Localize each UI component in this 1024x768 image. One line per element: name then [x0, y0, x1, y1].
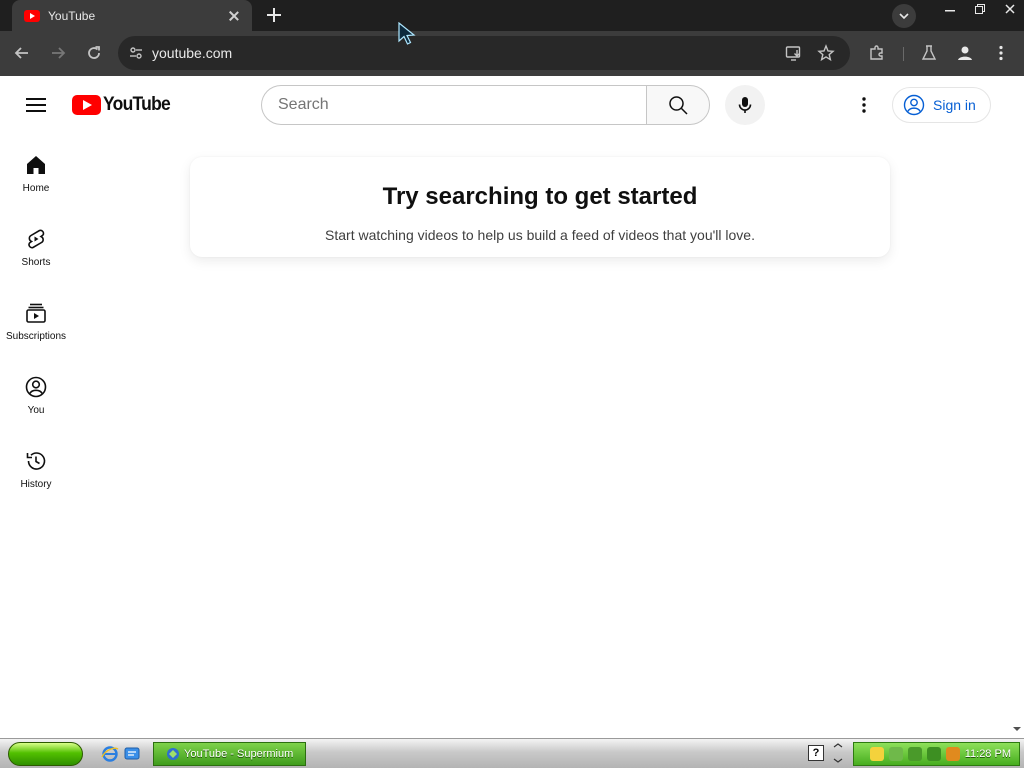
more-vert-icon — [862, 97, 866, 113]
start-button[interactable] — [8, 742, 83, 766]
search-input[interactable] — [278, 86, 638, 124]
network-icon[interactable] — [889, 747, 903, 761]
labs-button[interactable] — [918, 42, 940, 64]
browser-app-icon — [167, 748, 179, 760]
youtube-logo[interactable]: YouTube — [72, 94, 176, 116]
sign-in-label: Sign in — [933, 97, 976, 113]
search-button[interactable] — [646, 85, 710, 125]
scroll-down-arrow-icon[interactable] — [1012, 724, 1022, 734]
arrow-left-icon — [14, 47, 28, 59]
toolbar-separator — [903, 47, 904, 61]
youtube-logo-text: YouTube — [103, 94, 171, 115]
new-tab-button[interactable] — [262, 4, 286, 26]
forward-button[interactable] — [44, 39, 72, 67]
url-text[interactable]: youtube.com — [152, 45, 232, 61]
sign-in-button[interactable]: Sign in — [892, 87, 991, 123]
tab-title: YouTube — [48, 8, 96, 23]
os-taskbar: YouTube - Supermium ? 11:28 PM — [0, 738, 1024, 768]
search-box — [261, 85, 647, 125]
star-icon — [817, 44, 835, 62]
sidebar-item-you[interactable]: You — [0, 355, 72, 421]
browser-tabstrip: YouTube — [0, 0, 1024, 31]
taskbar-button-label: YouTube - Supermium — [184, 748, 294, 760]
browser-tab-youtube[interactable]: YouTube — [12, 0, 252, 31]
address-bar[interactable]: youtube.com — [118, 36, 850, 70]
profile-button[interactable] — [954, 42, 976, 64]
home-icon — [24, 153, 48, 177]
subscriptions-icon — [24, 301, 48, 325]
bookmark-button[interactable] — [815, 42, 837, 64]
extensions-button[interactable] — [866, 42, 888, 64]
hamburger-icon — [26, 104, 46, 106]
browser-toolbar: youtube.com — [0, 31, 1024, 76]
sidebar-item-home[interactable]: Home — [0, 133, 72, 199]
guide-menu-button[interactable] — [24, 93, 48, 117]
shorts-icon — [24, 227, 48, 251]
youtube-favicon-icon — [24, 9, 40, 22]
search-icon — [669, 96, 688, 115]
sidebar-item-label: You — [27, 405, 45, 416]
puzzle-icon — [870, 45, 883, 60]
reload-icon — [88, 46, 100, 59]
system-tray: 11:28 PM — [853, 742, 1020, 766]
chevron-down-icon — [899, 13, 909, 20]
microphone-icon — [738, 97, 752, 113]
promo-body: Start watching videos to help us build a… — [325, 227, 755, 243]
install-icon — [785, 46, 801, 61]
search-tray-icon[interactable] — [946, 747, 960, 761]
close-window-button[interactable] — [996, 0, 1024, 18]
taskbar-button-youtube-supermium[interactable]: YouTube - Supermium — [153, 742, 306, 766]
updates-icon[interactable] — [908, 747, 922, 761]
account-icon — [958, 46, 972, 60]
back-button[interactable] — [8, 39, 36, 67]
browser-menu-button[interactable] — [990, 42, 1012, 64]
sidebar-item-subscriptions[interactable]: Subscriptions — [0, 281, 72, 347]
close-icon — [1005, 4, 1015, 14]
promo-title: Try searching to get started — [382, 183, 698, 210]
internet-explorer-icon — [101, 746, 119, 762]
history-icon — [24, 449, 48, 473]
hamburger-icon — [26, 110, 46, 112]
site-info-button[interactable] — [124, 41, 148, 65]
quick-launch-desktop[interactable] — [123, 745, 141, 763]
minimize-icon — [945, 10, 955, 12]
youtube-masthead: YouTube Sign in — [0, 77, 1024, 133]
voice-search-button[interactable] — [725, 85, 765, 125]
tray-expand-icon[interactable] — [832, 743, 844, 763]
account-circle-icon — [903, 94, 925, 116]
hamburger-icon — [26, 98, 46, 100]
sidebar-item-label: Shorts — [21, 257, 51, 268]
you-icon — [24, 375, 48, 399]
tune-icon — [130, 47, 142, 59]
restore-button[interactable] — [966, 0, 994, 18]
minimize-button[interactable] — [936, 0, 964, 18]
install-app-button[interactable] — [783, 42, 805, 64]
youtube-play-icon — [72, 95, 101, 115]
sidebar-item-label: History — [20, 479, 52, 490]
settings-menu-button[interactable] — [852, 93, 876, 117]
security-shield-icon[interactable] — [870, 747, 884, 761]
help-icon[interactable]: ? — [808, 745, 824, 761]
reload-button[interactable] — [80, 39, 108, 67]
sidebar-item-history[interactable]: History — [0, 429, 72, 495]
clock[interactable]: 11:28 PM — [965, 748, 1011, 760]
window-controls — [934, 0, 1024, 20]
feed-nudge-card: Try searching to get started Start watch… — [190, 157, 890, 257]
show-desktop-icon — [124, 747, 140, 760]
mouse-cursor-icon — [398, 22, 416, 45]
quick-launch-ie[interactable] — [101, 745, 119, 763]
sidebar-item-label: Subscriptions — [5, 331, 67, 342]
restore-icon — [975, 4, 985, 14]
arrow-right-icon — [52, 47, 66, 59]
volume-icon[interactable] — [927, 747, 941, 761]
flask-icon — [921, 45, 937, 60]
sidebar-item-shorts[interactable]: Shorts — [0, 207, 72, 273]
tab-search-button[interactable] — [892, 4, 916, 28]
more-vert-icon — [999, 45, 1003, 61]
tab-close-icon[interactable] — [226, 8, 242, 24]
sidebar-item-label: Home — [22, 183, 50, 194]
